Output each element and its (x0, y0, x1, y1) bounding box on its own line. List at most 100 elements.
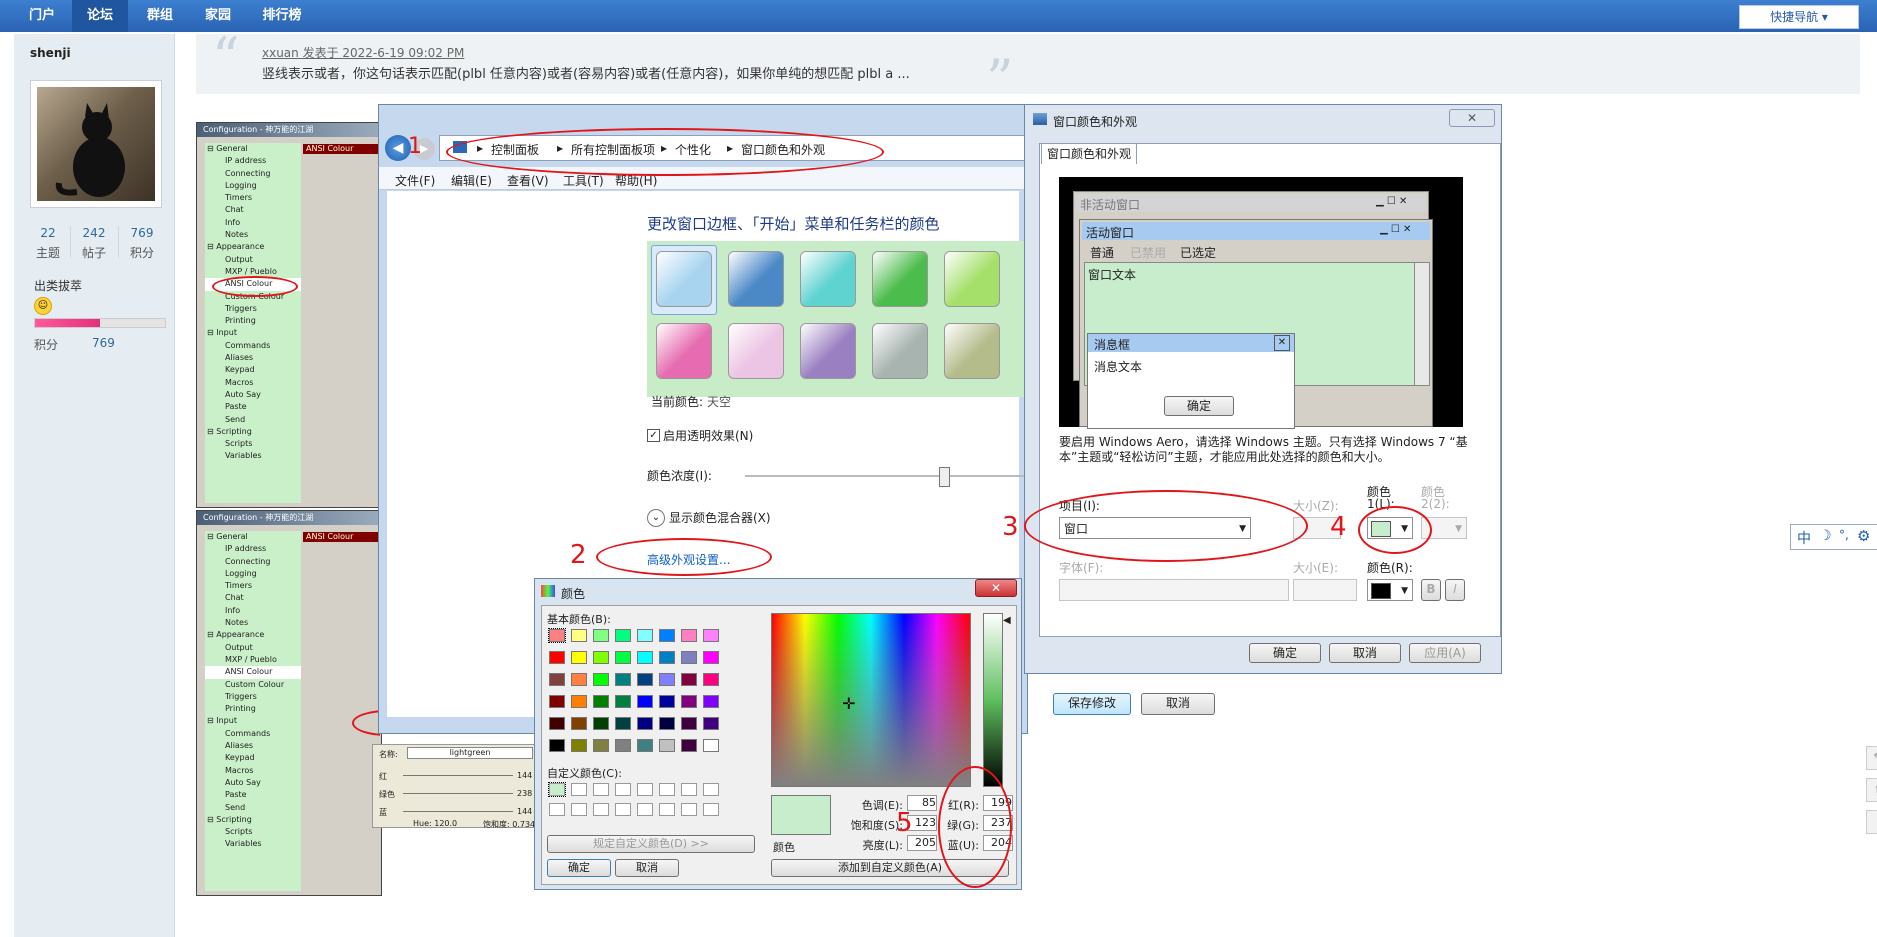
quote-author-date[interactable]: xxuan 发表于 2022-6-19 09:02 PM (262, 44, 464, 61)
basic-color-cell[interactable] (703, 673, 719, 686)
color-swatch[interactable] (656, 323, 712, 379)
tree-item[interactable]: MXP / Pueblo (205, 654, 301, 666)
custom-color-cell[interactable] (548, 782, 566, 797)
basic-color-cell[interactable] (637, 739, 653, 752)
custom-color-cell[interactable] (637, 783, 653, 796)
color-swatch[interactable] (728, 251, 784, 307)
red-slider[interactable] (403, 775, 513, 776)
tree-item[interactable]: Custom Colour (205, 679, 301, 691)
basic-color-cell[interactable] (681, 629, 697, 642)
tree-item[interactable]: Info (205, 605, 301, 617)
basic-color-cell[interactable] (615, 695, 631, 708)
basic-color-cell[interactable] (548, 628, 566, 643)
color-mixer-toggle[interactable]: 显示颜色混合器(X) (669, 509, 771, 526)
custom-color-cell[interactable] (703, 803, 719, 816)
basic-color-cell[interactable] (637, 629, 653, 642)
ok-button[interactable]: 确定 (547, 859, 611, 877)
basic-color-cell[interactable] (615, 673, 631, 686)
basic-color-cell[interactable] (703, 629, 719, 642)
basic-color-cell[interactable] (637, 651, 653, 664)
basic-color-cell[interactable] (703, 717, 719, 730)
custom-color-cell[interactable] (659, 803, 675, 816)
tree-item[interactable]: Output (205, 254, 301, 266)
basic-color-cell[interactable] (659, 717, 675, 730)
tree-item[interactable]: Macros (205, 765, 301, 777)
expand-chevron-icon[interactable]: ⌄ (647, 509, 665, 527)
basic-color-cell[interactable] (549, 717, 565, 730)
basic-color-cell[interactable] (659, 739, 675, 752)
menu-edit[interactable]: 编辑(E) (451, 172, 492, 189)
tree-item[interactable]: ⊟ General (205, 531, 301, 543)
blue-slider[interactable] (403, 811, 513, 812)
tree-item[interactable]: Notes (205, 229, 301, 241)
tree-item[interactable]: Variables (205, 450, 301, 462)
nav-groups[interactable]: 群组 (136, 0, 184, 32)
close-icon[interactable]: ✕ (1449, 109, 1495, 127)
tree-item[interactable]: Commands (205, 728, 301, 740)
tree-item[interactable]: Output (205, 642, 301, 654)
tree-item[interactable]: Auto Say (205, 777, 301, 789)
basic-color-cell[interactable] (549, 739, 565, 752)
custom-color-cell[interactable] (659, 783, 675, 796)
basic-color-cell[interactable] (681, 739, 697, 752)
luminance-arrow-icon[interactable]: ◀ (1003, 615, 1011, 626)
tree-item[interactable]: Chat (205, 204, 301, 216)
font-dropdown[interactable] (1059, 579, 1289, 601)
custom-color-cell[interactable] (637, 803, 653, 816)
tab-window-color[interactable]: 窗口颜色和外观 (1041, 143, 1137, 164)
side-up-icon[interactable]: ⇧ (1866, 778, 1877, 802)
basic-color-cell[interactable] (571, 695, 587, 708)
basic-color-cell[interactable] (681, 673, 697, 686)
tree-item[interactable]: Auto Say (205, 389, 301, 401)
basic-color-cell[interactable] (549, 673, 565, 686)
basic-color-cell[interactable] (681, 717, 697, 730)
tree-item[interactable]: Connecting (205, 168, 301, 180)
basic-color-cell[interactable] (637, 717, 653, 730)
font-size-dropdown[interactable] (1293, 579, 1357, 601)
luminance-bar[interactable] (983, 613, 1003, 787)
tree-item[interactable]: Aliases (205, 740, 301, 752)
ok-button[interactable]: 确定 (1249, 643, 1321, 663)
color-swatch[interactable] (872, 323, 928, 379)
custom-color-cell[interactable] (681, 783, 697, 796)
cancel-button[interactable]: 取消 (615, 859, 679, 877)
basic-color-cell[interactable] (659, 629, 675, 642)
color-swatch[interactable] (800, 251, 856, 307)
basic-color-cell[interactable] (571, 629, 587, 642)
color-swatch-sky[interactable] (656, 251, 712, 307)
quick-nav-button[interactable]: 快捷导航 ▾ (1739, 5, 1859, 29)
basic-color-cell[interactable] (593, 629, 609, 642)
tree-item[interactable]: Aliases (205, 352, 301, 364)
tree-item[interactable]: Commands (205, 340, 301, 352)
username[interactable]: shenji (30, 46, 71, 60)
intensity-slider[interactable] (745, 475, 1027, 477)
stat-threads-value[interactable]: 22 (26, 226, 70, 240)
tree-item[interactable]: Scripts (205, 826, 301, 838)
save-changes-button[interactable]: 保存修改 (1053, 693, 1131, 715)
nav-ranking[interactable]: 排行榜 (252, 0, 312, 32)
basic-color-cell[interactable] (571, 673, 587, 686)
apply-button[interactable]: 应用(A) (1409, 643, 1481, 663)
basic-color-cell[interactable] (593, 651, 609, 664)
avatar[interactable] (30, 80, 162, 208)
tree-item[interactable]: ⊟ Scripting (205, 814, 301, 826)
tree-item[interactable]: Paste (205, 401, 301, 413)
tree-item[interactable]: Triggers (205, 691, 301, 703)
tree-item[interactable]: Info (205, 217, 301, 229)
tree-item[interactable]: Keypad (205, 364, 301, 376)
gear-icon[interactable]: ⚙ (1857, 527, 1870, 545)
tree-item[interactable]: Triggers (205, 303, 301, 315)
side-feedback-icon[interactable]: ✎ (1866, 746, 1877, 770)
green-slider[interactable] (403, 793, 513, 794)
italic-button[interactable]: I (1445, 579, 1465, 601)
custom-color-cell[interactable] (615, 783, 631, 796)
basic-color-cell[interactable] (659, 673, 675, 686)
basic-color-cell[interactable] (593, 695, 609, 708)
custom-color-cell[interactable] (549, 803, 565, 816)
bold-button[interactable]: B (1421, 579, 1441, 601)
basic-color-cell[interactable] (593, 739, 609, 752)
side-grid-icon[interactable]: ⋮ (1866, 810, 1877, 834)
ime-chinese-mode[interactable]: 中 (1797, 528, 1811, 548)
moon-icon[interactable]: ☽ (1819, 528, 1832, 544)
tree-item[interactable]: Send (205, 414, 301, 426)
